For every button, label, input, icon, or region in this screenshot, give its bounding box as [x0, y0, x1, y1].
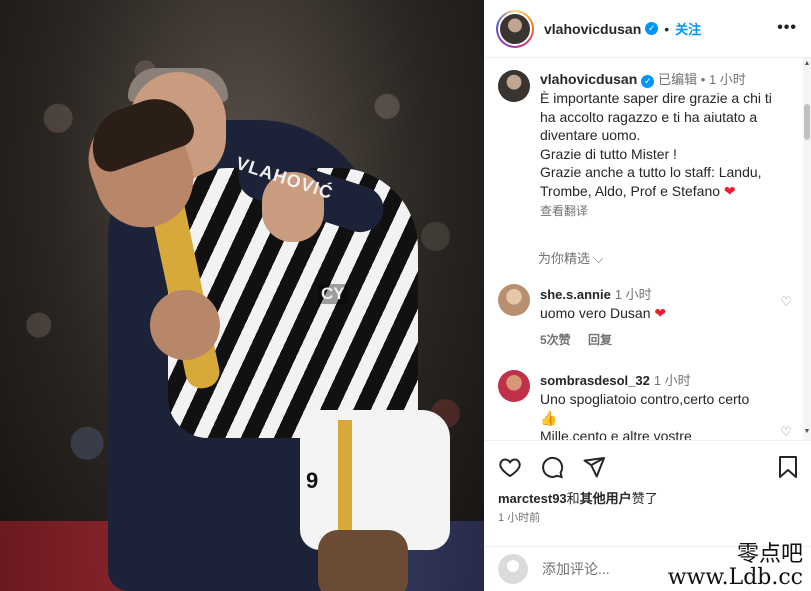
liked-by-others[interactable]: 其他用户 — [580, 491, 632, 506]
avatar-image — [498, 11, 532, 46]
posted-time[interactable]: 1 小时前 — [498, 509, 540, 525]
commenter-avatar[interactable] — [498, 370, 530, 402]
site-watermark: 零点吧 www.Ldb.cc — [668, 543, 803, 589]
comment-text-continued: Mille.cento e altre vostre — [540, 428, 692, 440]
watermark-chinese: 零点吧 — [736, 541, 803, 567]
comment-filter-dropdown[interactable]: 为你精选 ⌵ — [538, 248, 603, 267]
caption-separator: • — [697, 72, 709, 87]
comments-section[interactable]: vlahovicdusan ✓ 已编辑 • 1 小时 È importante s… — [484, 58, 811, 440]
caption-text-column: vlahovicdusan ✓ 已编辑 • 1 小时 È importante s… — [540, 70, 790, 219]
post-actions: marctest93和其他用户赞了 1 小时前 — [484, 440, 811, 550]
edited-label: 已编辑 — [658, 72, 698, 87]
comment-time: 1 小时 — [653, 373, 691, 388]
verified-badge-icon: ✓ — [641, 74, 655, 88]
post-side-panel: vlahovicdusan ✓ • 关注 ••• vlahovicdusan ✓ … — [484, 0, 811, 591]
post-header: vlahovicdusan ✓ • 关注 ••• — [484, 0, 811, 58]
comment-text: Uno spogliatoio contro,certo certo 👍 — [540, 390, 770, 427]
comment-time: 1 小时 — [614, 287, 652, 302]
comment-bubble-icon[interactable] — [540, 455, 564, 484]
caption-username[interactable]: vlahovicdusan — [540, 71, 637, 87]
player-shorts — [300, 410, 450, 550]
caption-text-content: È importante saper dire grazie a chi ti … — [540, 90, 772, 199]
caption-avatar[interactable] — [498, 70, 530, 102]
watermark-url: www.Ldb.cc — [667, 564, 803, 590]
comment-meta: sombrasdesol_32 1 小时 — [540, 370, 770, 390]
share-paper-plane-icon[interactable] — [582, 455, 606, 484]
comment-username[interactable]: sombrasdesol_32 — [540, 373, 650, 388]
save-bookmark-icon[interactable] — [777, 455, 799, 484]
red-heart-emoji: ❤ — [723, 182, 736, 199]
comment-username[interactable]: she.s.annie — [540, 287, 611, 302]
follow-button[interactable]: 关注 — [675, 19, 701, 38]
comment-item: she.s.annie 1 小时 uomo vero Dusan ❤ 5次赞 回复… — [498, 284, 798, 348]
scroll-down-arrow-icon[interactable]: ▼ — [803, 428, 811, 435]
liked-by-user[interactable]: marctest93 — [498, 491, 567, 506]
scrollbar-thumb[interactable] — [804, 104, 810, 140]
see-translation-link[interactable]: 查看翻译 — [540, 202, 790, 219]
header-separator: • — [664, 20, 670, 37]
jersey-sponsor-text: CY — [318, 284, 348, 304]
comment-body: sombrasdesol_32 1 小时 Uno spogliatoio cont… — [540, 370, 770, 440]
action-icons — [498, 455, 606, 484]
avatar-image — [498, 70, 530, 102]
post-photo[interactable]: VLAHOVIĆ CY 9 — [0, 0, 484, 591]
comment-item: sombrasdesol_32 1 小时 Uno spogliatoio cont… — [498, 370, 798, 440]
caption-meta: vlahovicdusan ✓ 已编辑 • 1 小时 — [540, 70, 790, 89]
caption-text: È importante saper dire grazie a chi ti … — [540, 89, 790, 200]
thumbs-up-emoji: 👍 — [540, 409, 558, 426]
comment-text-content: uomo vero Dusan — [540, 305, 651, 321]
like-heart-icon[interactable] — [498, 455, 522, 484]
author-username[interactable]: vlahovicdusan — [544, 21, 641, 37]
author-avatar[interactable] — [496, 9, 534, 48]
comment-text: uomo vero Dusan ❤ — [540, 304, 770, 323]
liked-by-conjunction: 和 — [566, 491, 580, 506]
caption-time: 1 小时 — [708, 72, 746, 87]
comment-text-content: Uno spogliatoio contro,certo certo — [540, 391, 750, 407]
comment-likes-count[interactable]: 5次赞 — [540, 333, 571, 347]
shorts-number-text: 9 — [306, 468, 319, 493]
reply-button[interactable]: 回复 — [588, 333, 612, 347]
player-leg — [318, 530, 408, 591]
comment-meta: she.s.annie 1 小时 — [540, 284, 770, 304]
comment-like-heart-icon[interactable]: ♡ — [780, 424, 792, 440]
comment-actions: 5次赞 回复 — [540, 331, 770, 348]
post-caption: vlahovicdusan ✓ 已编辑 • 1 小时 È importante s… — [498, 70, 798, 219]
more-options-icon[interactable]: ••• — [777, 19, 797, 37]
liked-by-end: 赞了 — [631, 491, 658, 506]
verified-badge-icon: ✓ — [645, 22, 659, 35]
commenter-avatar[interactable] — [498, 284, 530, 316]
comment-body: she.s.annie 1 小时 uomo vero Dusan ❤ 5次赞 回复 — [540, 284, 770, 348]
current-user-avatar — [498, 554, 528, 584]
scroll-up-arrow-icon[interactable]: ▲ — [803, 60, 811, 67]
liked-by-text: marctest93和其他用户赞了 — [498, 488, 658, 507]
player-arm — [150, 290, 220, 360]
red-heart-emoji: ❤ — [654, 305, 667, 321]
comment-like-heart-icon[interactable]: ♡ — [780, 294, 792, 310]
